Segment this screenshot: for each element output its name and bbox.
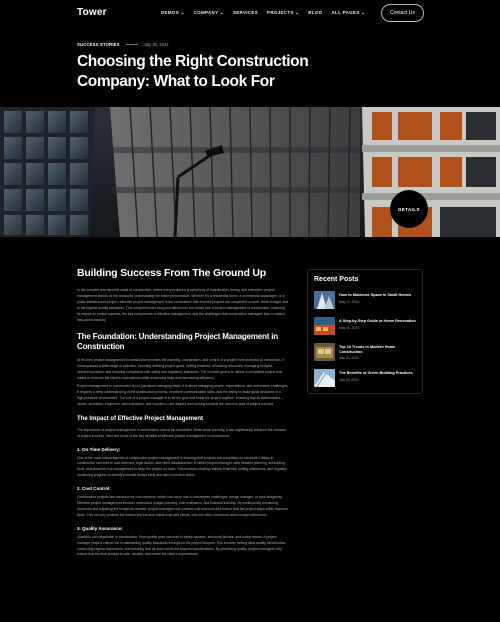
post-thumbnail[interactable]: [314, 343, 335, 361]
recent-posts-title: Recent Posts: [314, 276, 359, 283]
paragraph-importance: The importance of project management in …: [77, 427, 286, 438]
category-tag[interactable]: SUCCESS STORIES: [77, 42, 120, 47]
post-date: July 30, 2024: [339, 377, 359, 382]
site-logo[interactable]: Tower: [77, 7, 107, 18]
paragraph-cost: Construction projects are notorious for …: [77, 495, 288, 517]
subheading-cost: 2. Cost Control:: [77, 486, 111, 492]
meta-divider: [125, 44, 138, 45]
article-heading: Building Success From The Ground Up: [77, 267, 267, 279]
recent-post-item[interactable]: The Benefits of Green Building Practices…: [314, 369, 416, 395]
article-intro: In the complex and dynamic world of cons…: [77, 288, 289, 322]
post-title[interactable]: How to Maximize Space in Small Homes: [339, 293, 411, 298]
nav-item-all-pages[interactable]: ALL PAGES ⌄: [332, 10, 366, 16]
paragraph-people: Project management in construction is no…: [77, 384, 289, 406]
paragraph-quality: Quality is non-negotiable in constructio…: [77, 534, 287, 557]
post-title[interactable]: Top 10 Trends in Modern Home Constructio…: [339, 345, 416, 354]
post-thumbnail[interactable]: [314, 369, 335, 387]
contact-us-button[interactable]: Contact Us: [381, 4, 424, 22]
section-heading-foundation: The Foundation: Understanding Project Ma…: [77, 332, 278, 352]
details-badge[interactable]: DETAILS: [390, 190, 428, 228]
post-title[interactable]: A Step-by-Step Guide to Home Renovation: [339, 319, 416, 324]
post-date: July 30, 2024: [339, 356, 359, 361]
nav-item-projects[interactable]: PROJECTS ⌄: [267, 10, 299, 16]
post-date: May 16, 2024: [339, 325, 359, 330]
subheading-quality: 3. Quality Assurance:: [77, 525, 123, 531]
recent-post-item[interactable]: How to Maximize Space in Small Homes May…: [314, 291, 416, 317]
recent-post-item[interactable]: Top 10 Trends in Modern Home Constructio…: [314, 343, 416, 369]
post-title[interactable]: The Benefits of Green Building Practices: [339, 371, 413, 376]
nav-item-blog[interactable]: BLOG: [308, 10, 322, 16]
nav-item-company[interactable]: COMPANY ⌄: [194, 10, 224, 16]
nav-item-services[interactable]: SERVICES: [233, 10, 258, 16]
subheading-on-time: 1. On-Time Delivery:: [77, 446, 121, 452]
post-meta: SUCCESS STORIES July 30, 2024: [77, 42, 169, 47]
hero-image: DETAILS: [0, 107, 500, 237]
paragraph-on-time: One of the most critical aspects of cons…: [77, 455, 287, 478]
nav-item-demos[interactable]: DEMOS ⌄: [161, 10, 185, 16]
page-title: Choosing the Right Construction Company:…: [77, 53, 309, 90]
site-header: Tower DEMOS ⌄ COMPANY ⌄ SERVICES PROJECT…: [0, 0, 500, 30]
post-date: May 14, 2024: [339, 299, 359, 304]
paragraph-core: At its core, project management in const…: [77, 358, 285, 381]
post-thumbnail[interactable]: [314, 317, 335, 335]
section-heading-impact: The Impact of Effective Project Manageme…: [77, 415, 204, 422]
post-thumbnail[interactable]: [314, 291, 335, 309]
article-body: Building Success From The Ground Up In t…: [77, 267, 289, 560]
post-date: July 30, 2024: [143, 42, 169, 47]
recent-post-item[interactable]: A Step-by-Step Guide to Home Renovation …: [314, 317, 416, 343]
main-nav: DEMOS ⌄ COMPANY ⌄ SERVICES PROJECTS ⌄ BL…: [161, 10, 365, 16]
recent-posts-widget: Recent Posts How to Maximize Space in Sm…: [307, 269, 423, 394]
